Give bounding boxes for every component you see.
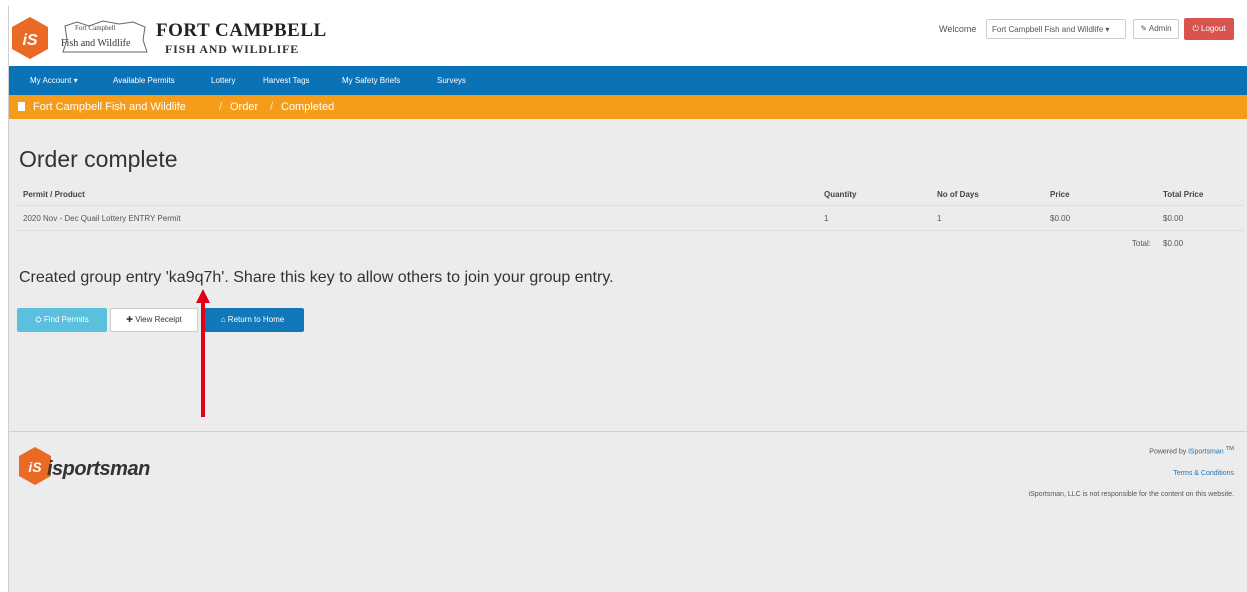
isportsman-hex-logo-icon[interactable]: iS: [11, 16, 49, 60]
disclaimer: iSportsman, LLC is not responsible for t…: [1028, 491, 1234, 498]
breadcrumb-completed: Completed: [281, 101, 335, 113]
svg-text:iS: iS: [28, 459, 42, 475]
cell-product: 2020 Nov - Dec Quail Lottery ENTRY Permi…: [17, 205, 818, 231]
table-row: 2020 Nov - Dec Quail Lottery ENTRY Permi…: [17, 205, 1243, 231]
cell-days: 1: [931, 205, 1044, 231]
col-total-price: Total Price: [1157, 183, 1243, 206]
cell-quantity: 1: [818, 205, 931, 231]
total-label: Total:: [1131, 238, 1151, 248]
page-title: Order complete: [19, 146, 178, 172]
trademark: TM: [1225, 446, 1234, 452]
logout-button[interactable]: ⏻ Logout: [1184, 18, 1234, 40]
document-icon: [18, 102, 25, 111]
logo-text-bottom: Fish and Wildlife: [61, 38, 131, 49]
nav-my-account[interactable]: My Account ▾: [30, 66, 78, 95]
fish-wildlife-logo: Fort Campbell Fish and Wildlife: [59, 18, 151, 56]
annotation-arrow-icon: [196, 289, 210, 417]
view-receipt-button[interactable]: ✚ View Receipt: [110, 308, 198, 332]
brand-title: FORT CAMPBELL: [156, 20, 327, 41]
logo-text-top: Fort Campbell: [75, 24, 116, 32]
nav-surveys[interactable]: Surveys: [437, 66, 466, 95]
isportsman-wordmark: isportsman: [47, 458, 150, 480]
return-to-home-button[interactable]: ⌂ Return to Home: [201, 308, 304, 332]
brand-subtitle: FISH AND WILDLIFE: [165, 42, 300, 56]
group-entry-message: Created group entry 'ka9q7h'. Share this…: [19, 269, 614, 286]
cell-price: $0.00: [1044, 205, 1157, 231]
page-frame: iS Fort Campbell Fish and Wildlife FORT …: [8, 6, 1247, 592]
cell-total-price: $0.00: [1157, 205, 1243, 231]
powered-by: Powered by iSportsman TM: [1149, 446, 1234, 455]
svg-text:iS: iS: [22, 32, 37, 49]
find-permits-button[interactable]: ⛭ Find Permits: [17, 308, 107, 332]
col-no-of-days: No of Days: [931, 183, 1044, 206]
nav-harvest-tags[interactable]: Harvest Tags: [263, 66, 310, 95]
breadcrumb-separator: /: [270, 101, 274, 113]
total-row: Total: $0.00: [17, 231, 1243, 256]
col-quantity: Quantity: [818, 183, 931, 206]
isportsman-link[interactable]: iSportsman: [1188, 448, 1223, 455]
account-select[interactable]: Fort Campbell Fish and Wildlife ▾: [986, 19, 1126, 39]
header: iS Fort Campbell Fish and Wildlife FORT …: [9, 6, 1247, 66]
breadcrumb: Fort Campbell Fish and Wildlife / Order …: [9, 95, 1247, 119]
welcome-label: Welcome: [939, 24, 977, 34]
total-value: $0.00: [1163, 238, 1184, 248]
powered-by-label: Powered by: [1149, 448, 1187, 456]
col-price: Price: [1044, 183, 1157, 206]
col-permit-product: Permit / Product: [17, 183, 818, 206]
nav-lottery[interactable]: Lottery: [211, 66, 235, 95]
nav-available-permits[interactable]: Available Permits: [113, 66, 175, 95]
nav-my-safety-briefs[interactable]: My Safety Briefs: [342, 66, 400, 95]
breadcrumb-order[interactable]: Order: [230, 95, 258, 119]
main-nav: My Account ▾ Available Permits Lottery H…: [9, 66, 1247, 95]
footer-divider: [9, 431, 1247, 432]
breadcrumb-separator: /: [219, 101, 223, 113]
order-table: Permit / Product Quantity No of Days Pri…: [17, 183, 1243, 255]
table-header-row: Permit / Product Quantity No of Days Pri…: [17, 183, 1243, 206]
breadcrumb-home[interactable]: Fort Campbell Fish and Wildlife: [33, 95, 186, 119]
terms-link[interactable]: Terms & Conditions: [1173, 470, 1234, 477]
admin-button[interactable]: ✎ Admin: [1133, 19, 1179, 39]
